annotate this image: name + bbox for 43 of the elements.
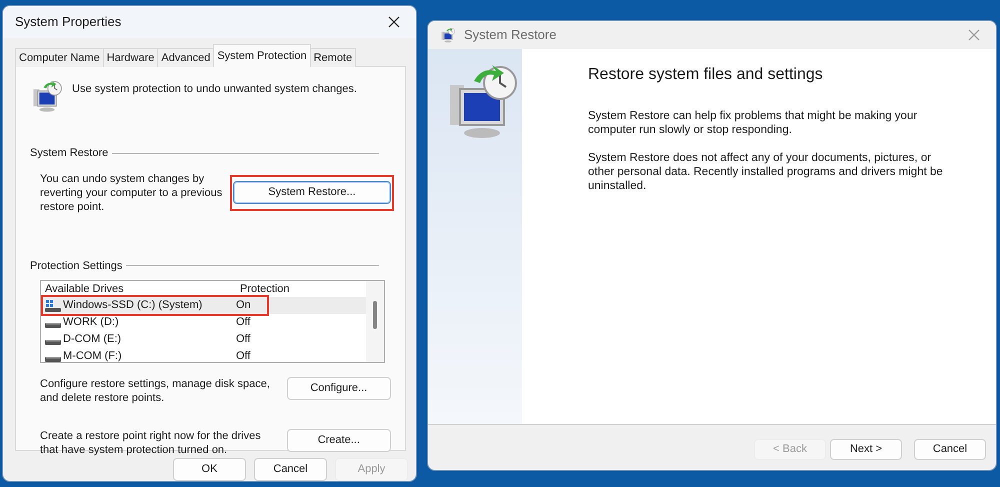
protection-status: Off xyxy=(236,315,250,330)
action-description: Create a restore point right now for the drives that have system protection turned on. xyxy=(40,429,262,457)
wizard-button[interactable]: Cancel xyxy=(914,439,986,460)
group-heading: System Restore xyxy=(30,146,108,161)
drive-name: D-COM (E:) xyxy=(63,332,122,348)
column-header[interactable]: Protection xyxy=(236,281,290,297)
dialog-button[interactable]: OK xyxy=(173,458,246,481)
create-button[interactable]: Create... xyxy=(286,429,391,452)
drive-name: WORK (D:) xyxy=(63,315,119,330)
wizard-button[interactable]: Next > xyxy=(830,439,902,460)
drive-icon xyxy=(45,300,61,312)
tab[interactable]: Hardware xyxy=(102,48,158,67)
column-header[interactable]: Available Drives xyxy=(41,281,236,297)
tab[interactable]: Remote xyxy=(310,48,356,67)
system-restore-icon xyxy=(440,26,456,43)
drive-icon xyxy=(45,340,61,344)
drive-name: M-COM (F:) xyxy=(63,349,122,364)
protection-status: Off xyxy=(236,349,250,364)
drive-icon xyxy=(45,356,61,362)
drive-row[interactable]: Windows-SSD (C:) (System) On xyxy=(41,297,366,314)
wizard-paragraph: System Restore does not affect any of your documents, pictures, or other personal data. Recently installed programs and drivers might be uninstalled. xyxy=(588,151,944,194)
protection-status: Off xyxy=(236,332,250,348)
window-title: System Restore xyxy=(464,26,556,44)
protection-status: On xyxy=(236,298,251,314)
wizard-heading: Restore system files and settings xyxy=(588,65,824,84)
tab[interactable]: Advanced xyxy=(157,48,214,67)
intro-text: Use system protection to undo unwanted system changes. xyxy=(72,82,357,97)
drive-row[interactable]: WORK (D:) Off xyxy=(41,314,366,331)
system-restore-description: You can undo system changes by reverting your computer to a previous restore point. xyxy=(40,172,224,214)
configure-button[interactable]: Configure... xyxy=(286,377,391,400)
scrollbar[interactable] xyxy=(366,281,384,362)
system-restore-button[interactable]: System Restore... xyxy=(233,181,391,204)
drive-row[interactable]: D-COM (E:) Off xyxy=(41,331,366,348)
drive-icon xyxy=(45,322,61,328)
window-title: System Properties xyxy=(15,13,122,32)
tab[interactable]: Computer Name xyxy=(15,48,104,67)
drive-row[interactable]: M-COM (F:) Off xyxy=(41,348,366,365)
wizard-paragraph: System Restore can help fix problems that might be making your computer run slowly or stop responding. xyxy=(588,109,918,138)
drive-name: Windows-SSD (C:) (System) xyxy=(63,298,202,314)
action-description: Configure restore settings, manage disk space, and delete restore points. xyxy=(40,377,271,405)
group-heading: Protection Settings xyxy=(30,258,122,274)
tab[interactable]: System Protection xyxy=(213,44,311,67)
dialog-button[interactable]: Cancel xyxy=(254,458,327,481)
